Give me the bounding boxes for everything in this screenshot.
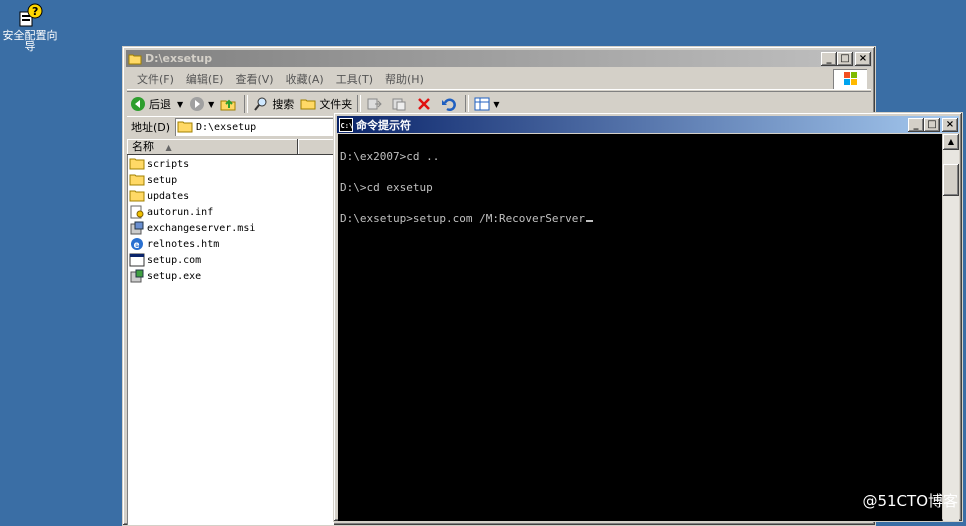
forward-arrow-icon [190, 97, 205, 111]
search-icon [254, 97, 267, 111]
windows-logo-icon [833, 69, 867, 89]
scrollbar-thumb[interactable] [943, 164, 959, 196]
menu-help[interactable]: 帮助(H) [379, 71, 430, 87]
console-line: D:\>cd exsetup [340, 181, 433, 194]
maximize-button[interactable]: □ [924, 117, 940, 132]
folder-icon [129, 190, 145, 202]
views-icon [474, 97, 490, 111]
svg-text:?: ? [32, 5, 38, 18]
toolbar-separator [465, 95, 470, 113]
list-item[interactable]: updates [129, 188, 255, 204]
menu-file[interactable]: 文件(F) [131, 71, 180, 87]
menubar: 文件(F) 编辑(E) 查看(V) 收藏(A) 工具(T) 帮助(H) [127, 69, 871, 90]
minimize-button[interactable]: _ [908, 117, 924, 132]
back-arrow-icon [131, 97, 145, 111]
folder-icon [129, 158, 145, 170]
forward-button[interactable]: ▼ [186, 93, 217, 115]
console-line-current: D:\exsetup>setup.com /M:RecoverServer [340, 212, 594, 225]
folder-icon [128, 54, 142, 64]
console-app-icon [129, 253, 145, 267]
close-button[interactable]: × [942, 117, 958, 132]
search-button[interactable]: 搜索 [250, 93, 297, 115]
toolbar-separator [357, 95, 362, 113]
console-app-icon: C:\ [339, 117, 354, 132]
console-output[interactable]: D:\ex2007>cd .. D:\>cd exsetup D:\exsetu… [338, 134, 942, 521]
svg-text:e: e [134, 240, 140, 251]
vertical-scrollbar[interactable]: ▲ [943, 134, 959, 521]
console-line: D:\ex2007>cd .. [340, 150, 440, 163]
ie-document-icon: e [131, 238, 143, 251]
list-item[interactable]: setup.exe [129, 268, 255, 284]
minimize-button[interactable]: _ [821, 51, 837, 66]
file-list-details-area[interactable] [298, 155, 334, 525]
list-item[interactable]: scripts [129, 156, 255, 172]
explorer-titlebar[interactable]: D:\exsetup _ □ × [126, 50, 872, 67]
address-input[interactable]: D:\exsetup [175, 118, 335, 136]
address-value: D:\exsetup [196, 121, 257, 133]
copy-to-icon [392, 98, 406, 111]
maximize-button[interactable]: □ [837, 51, 853, 66]
list-item[interactable]: setup.com [129, 252, 255, 268]
security-wizard-icon: ? [19, 3, 43, 27]
folder-icon [177, 121, 193, 133]
menu-edit[interactable]: 编辑(E) [180, 71, 230, 87]
up-folder-icon [220, 99, 236, 111]
watermark: @51CTO博客 [862, 492, 958, 510]
move-to-icon [367, 98, 383, 110]
list-item[interactable]: exchangeserver.msi [129, 220, 255, 236]
up-folder-button[interactable] [217, 93, 242, 115]
search-label: 搜索 [272, 98, 295, 111]
toolbar-separator [244, 95, 249, 113]
menu-favorites[interactable]: 收藏(A) [280, 71, 330, 87]
setup-exe-icon [130, 269, 144, 283]
explorer-title: D:\exsetup [145, 52, 213, 65]
undo-icon [442, 98, 457, 111]
text-cursor [586, 220, 594, 222]
chevron-down-icon[interactable]: ▼ [493, 100, 499, 109]
list-item[interactable]: setup [129, 172, 255, 188]
console-titlebar[interactable]: C:\ 命令提示符 _ □ × [337, 116, 959, 133]
chevron-down-icon[interactable]: ▼ [177, 100, 183, 109]
desktop-icon-security-wizard[interactable]: ? 安全配置向导 [0, 2, 60, 52]
folder-icon [300, 99, 316, 110]
column-header-row: 名称 ▲ [127, 139, 334, 155]
list-item[interactable]: e relnotes.htm [129, 236, 255, 252]
list-item[interactable]: autorun.inf [129, 204, 255, 220]
console-title: 命令提示符 [356, 118, 411, 132]
file-rows: scripts setup updates autorun.inf exchan… [129, 156, 255, 284]
folder-icon [129, 174, 145, 186]
sort-ascending-icon: ▲ [165, 143, 172, 152]
folders-label: 文件夹 [319, 98, 353, 111]
delete-x-icon [418, 98, 431, 110]
chevron-down-icon[interactable]: ▼ [208, 100, 214, 109]
settings-file-icon [130, 205, 144, 219]
menu-tools[interactable]: 工具(T) [330, 71, 379, 87]
installer-icon [130, 221, 144, 235]
back-button[interactable]: 后退 ▼ [127, 93, 186, 115]
address-label: 地址(D) [131, 121, 171, 134]
column-header-size[interactable] [298, 139, 334, 155]
column-header-name[interactable]: 名称 ▲ [127, 139, 298, 155]
back-label: 后退 [149, 98, 171, 111]
scroll-up-button[interactable]: ▲ [943, 134, 959, 150]
desktop-icon-label: 安全配置向导 [2, 29, 58, 53]
command-prompt-window[interactable]: C:\ 命令提示符 _ □ × D:\ex2007>cd .. D:\>cd e… [333, 112, 963, 522]
close-button[interactable]: × [855, 51, 871, 66]
menu-view[interactable]: 查看(V) [229, 71, 279, 87]
svg-text:C:\: C:\ [341, 122, 354, 130]
